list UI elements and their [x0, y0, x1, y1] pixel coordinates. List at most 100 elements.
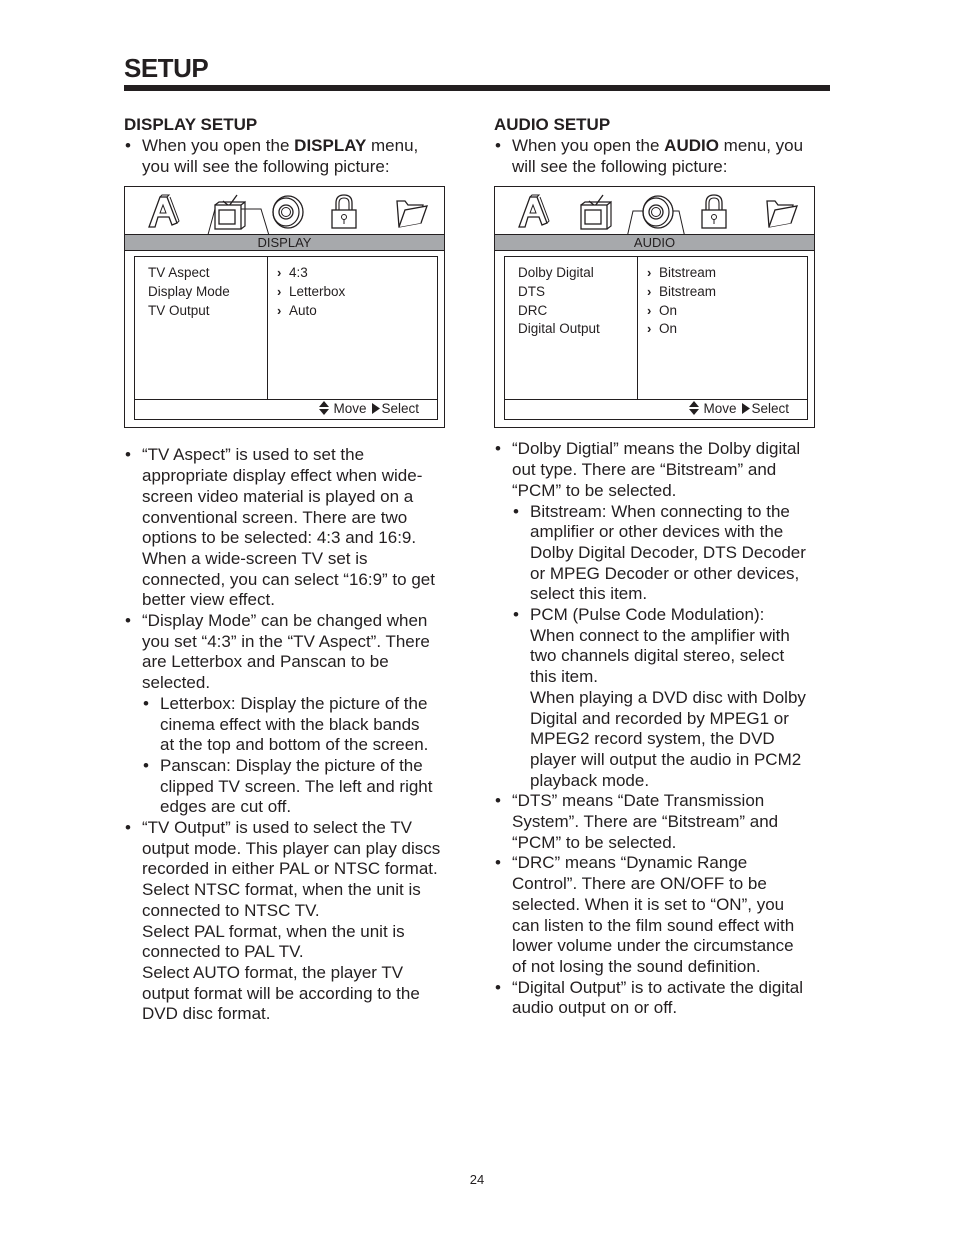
text-line: selected. When it is set to “ON”, you	[512, 894, 785, 914]
osd-values-column: › Bitstream › Bitstream › On › On	[638, 257, 807, 400]
display-osd-menu: DISPLAY TV Aspect Display Mode TV Output…	[124, 186, 445, 429]
page-number: 24	[469, 1172, 485, 1187]
osd-value-drc[interactable]: › On	[647, 302, 807, 321]
intro-text: When you open the	[512, 136, 665, 155]
text-line: Control”. There are ON/OFF to be	[512, 874, 767, 894]
text-line: connected, you can select “16:9” to get	[142, 569, 435, 589]
osd-label-tv-output[interactable]: TV Output	[148, 302, 267, 321]
text-line: PCM (Pulse Code Modulation):	[530, 605, 765, 625]
osd-label-dts[interactable]: DTS	[518, 283, 637, 302]
language-icon[interactable]	[513, 193, 553, 231]
display-mode-description: “Display Mode” can be changed whenyou se…	[124, 611, 464, 694]
osd-label-drc[interactable]: DRC	[518, 302, 637, 321]
text-line: DVD disc format.	[142, 1004, 271, 1024]
osd-value-tv-output[interactable]: › Auto	[277, 302, 437, 321]
language-icon[interactable]	[143, 193, 183, 231]
move-hint: Move	[333, 401, 367, 417]
text-line: amplifier or other devices with the	[530, 522, 784, 542]
text-line: screen video material is played on a	[142, 486, 414, 506]
text-line: appropriate display effect when wide-	[142, 466, 423, 486]
text-line: Select AUTO format, the player TV	[142, 962, 404, 982]
text-line: Letterbox: Display the picture of the	[160, 693, 428, 713]
chevron-right-icon: ›	[647, 321, 652, 337]
dts-description: “DTS” means “Date TransmissionSystem”. T…	[494, 791, 834, 853]
title-rule	[124, 85, 830, 91]
text-line: output format will be according to the	[142, 983, 420, 1003]
intro-text: you will see the following picture:	[142, 156, 390, 176]
text-line: select this item.	[530, 584, 648, 604]
text-line: output mode. This player can play discs	[142, 838, 441, 858]
text-line: can listen to the film sound effect with	[512, 915, 795, 935]
text-line: at the top and bottom of the screen.	[160, 735, 429, 755]
osd-footer: Move Select	[505, 399, 807, 419]
text-line: recorded in either PAL or NTSC format.	[142, 859, 438, 879]
text-line: “PCM” to be selected.	[512, 832, 677, 852]
dolby-digital-description: “Dolby Digtial” means the Dolby digitalo…	[494, 439, 834, 501]
tv-output-description: “TV Output” is used to select the TVoutp…	[124, 818, 464, 1025]
display-setup-section: DISPLAY SETUP When you open the DISPLAY …	[124, 114, 464, 1025]
intro-text: will see the following picture:	[512, 156, 728, 176]
osd-value-dolby-digital[interactable]: › Bitstream	[647, 264, 807, 283]
folder-icon[interactable]	[391, 193, 431, 231]
lock-icon[interactable]	[325, 193, 365, 231]
pcm-description: PCM (Pulse Code Modulation):When connect…	[494, 605, 834, 791]
text-line: player will output the audio in PCM2	[530, 749, 802, 769]
text-line: lower volume under the circumstance	[512, 936, 794, 956]
osd-settings-panel: Dolby Digital DTS DRC Digital Output › Bi…	[504, 256, 808, 421]
select-hint: Select	[381, 401, 419, 417]
text-line: “TV Output” is used to select the TV	[142, 818, 412, 838]
text-line: “PCM” to be selected.	[512, 480, 677, 500]
text-line: When connect to the amplifier with	[530, 625, 790, 645]
text-line: edges are cut off.	[160, 797, 292, 817]
osd-value-text: Bitstream	[659, 265, 717, 281]
chevron-right-icon: ›	[647, 302, 652, 318]
osd-value-dts[interactable]: › Bitstream	[647, 283, 807, 302]
text-line: Digital and recorded by MPEG1 or	[530, 708, 789, 728]
disc-audio-icon[interactable]	[637, 193, 677, 231]
text-line: Select PAL format, when the unit is	[142, 921, 405, 941]
folder-icon[interactable]	[761, 193, 801, 231]
osd-label-digital-output[interactable]: Digital Output	[518, 320, 637, 339]
text-line: are Letterbox and Panscan to be	[142, 652, 389, 672]
osd-label-tv-aspect[interactable]: TV Aspect	[148, 264, 267, 283]
osd-header: AUDIO	[495, 234, 814, 252]
text-line: Panscan: Display the picture of the	[160, 755, 423, 775]
osd-label-display-mode[interactable]: Display Mode	[148, 283, 267, 302]
chevron-right-icon: ›	[647, 265, 652, 281]
text-line: better view effect.	[142, 590, 275, 610]
intro-text: menu, you	[718, 136, 804, 155]
text-line: MPEG2 record system, the DVD	[530, 729, 775, 749]
text-line: “DTS” means “Date Transmission	[512, 791, 765, 811]
intro-bold-text: AUDIO	[664, 136, 719, 155]
text-line: “TV Aspect” is used to set the	[142, 445, 365, 465]
play-arrow-icon	[372, 403, 381, 415]
chevron-right-icon: ›	[647, 284, 652, 300]
disc-audio-icon[interactable]	[267, 193, 307, 231]
text-line: conventional screen. There are two	[142, 507, 408, 527]
osd-value-digital-output[interactable]: › On	[647, 320, 807, 339]
tv-aspect-description: “TV Aspect” is used to set theappropriat…	[124, 445, 464, 611]
up-down-arrow-icon	[319, 401, 330, 416]
osd-value-tv-aspect[interactable]: › 4:3	[277, 264, 437, 283]
text-line: “Digital Output” is to activate the digi…	[512, 977, 804, 997]
digital-output-description: “Digital Output” is to activate the digi…	[494, 978, 834, 1019]
audio-osd-menu: AUDIO Dolby Digital DTS DRC Digital Outp…	[494, 186, 815, 429]
osd-label-dolby-digital[interactable]: Dolby Digital	[518, 264, 637, 283]
play-arrow-icon	[742, 403, 751, 415]
audio-setup-section: AUDIO SETUP When you open the AUDIO menu…	[494, 114, 834, 1019]
lock-icon[interactable]	[695, 193, 735, 231]
tv-icon[interactable]	[209, 193, 249, 231]
osd-value-text: Auto	[289, 302, 317, 318]
text-line: connected to NTSC TV.	[142, 900, 320, 920]
text-line: “DRC” means “Dynamic Range	[512, 853, 748, 873]
osd-header: DISPLAY	[125, 234, 444, 252]
intro-text: When you open the	[142, 136, 295, 155]
text-line: “Display Mode” can be changed when	[142, 611, 428, 631]
osd-labels-column: Dolby Digital DTS DRC Digital Output	[505, 257, 638, 401]
tv-icon[interactable]	[575, 193, 615, 231]
text-line: audio output on or off.	[512, 998, 678, 1018]
select-hint: Select	[751, 401, 789, 417]
text-line: options to be selected: 4:3 and 16:9.	[142, 528, 417, 548]
osd-value-display-mode[interactable]: › Letterbox	[277, 283, 437, 302]
text-line: clipped TV screen. The left and right	[160, 776, 433, 796]
